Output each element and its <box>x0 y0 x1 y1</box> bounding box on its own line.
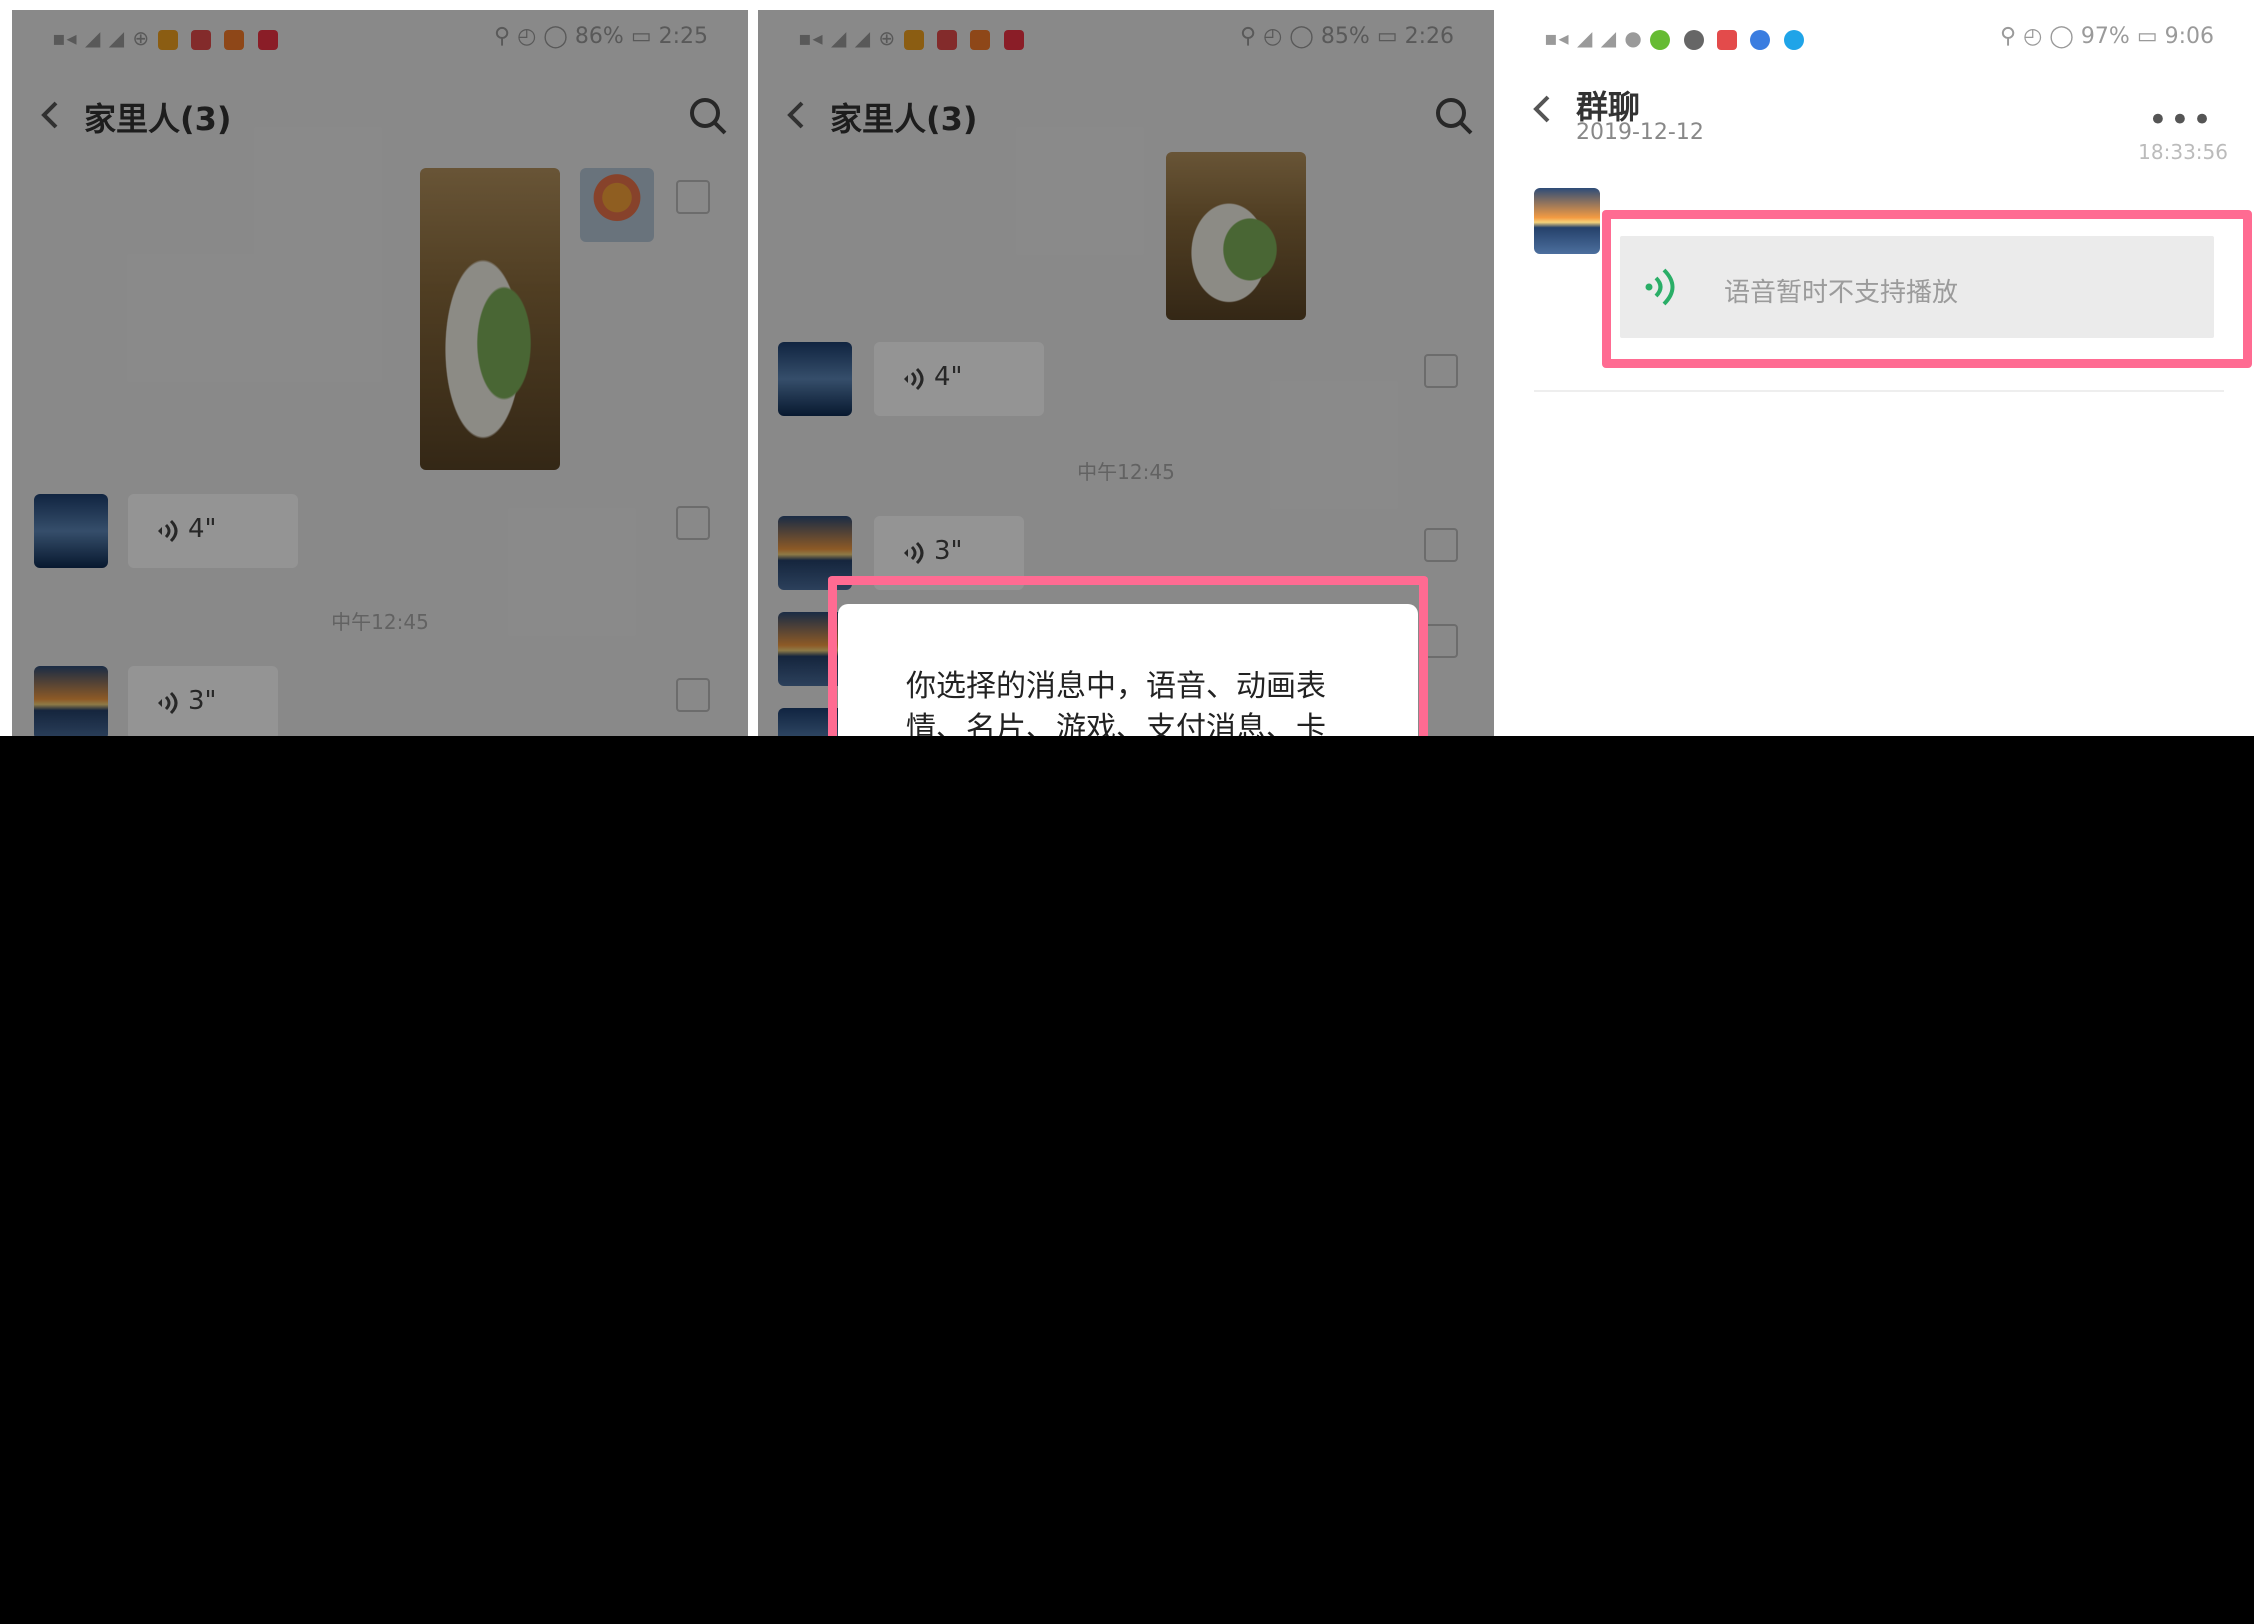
sender-avatar[interactable] <box>580 168 654 242</box>
select-checkbox[interactable] <box>676 506 710 540</box>
message-timestamp: 中午12:45 <box>1077 460 1175 484</box>
food-photo[interactable] <box>420 168 560 470</box>
voice-duration: 4" <box>188 514 217 544</box>
avatar[interactable] <box>778 342 852 416</box>
voice-icon <box>904 541 924 565</box>
status-right: ⚲ ◴ ◯ 85% ▭ 2:26 <box>1240 24 1454 49</box>
chat-date: 2019-12-12 <box>1576 120 1704 145</box>
app-icon <box>903 29 924 50</box>
app-icon <box>1783 29 1804 50</box>
status-right: ⚲ ◴ ◯ 86% ▭ 2:25 <box>494 24 708 49</box>
select-checkbox[interactable] <box>1424 528 1458 562</box>
app-icon <box>1716 29 1737 50</box>
more-icon[interactable]: ••• <box>2148 100 2214 140</box>
app-icon <box>190 29 211 50</box>
chat-title: 家里人(3) <box>84 100 232 138</box>
voice-message-bubble[interactable]: 3" <box>128 666 278 736</box>
app-icon <box>970 29 991 50</box>
voice-message-bubble[interactable]: 3" <box>874 516 1024 590</box>
voice-icon <box>158 519 178 543</box>
forward-warning-dialog: 你选择的消息中，语音、动画表情、名片、游戏、支付消息、卡 <box>838 604 1418 736</box>
voice-duration: 3" <box>934 536 963 566</box>
voice-duration: 3" <box>188 686 217 716</box>
search-icon[interactable] <box>1434 96 1474 136</box>
status-bar: ▪︎◂ ◢ ◢ ⊕ ⚲ ◴ ◯ 85% ▭ 2:26 <box>758 10 1494 62</box>
avatar[interactable] <box>778 516 852 590</box>
app-icon <box>936 29 957 50</box>
app-icon <box>1003 29 1024 50</box>
chat-titlebar: 家里人(3) <box>758 62 1494 172</box>
phone-panel-1: ▪︎◂ ◢ ◢ ⊕ ⚲ ◴ ◯ 86% ▭ 2:25 家里人(3) 4" 中午1… <box>12 10 748 736</box>
voice-unsupported-text: 语音暂时不支持播放 <box>1724 278 1959 308</box>
phone-panel-3: ▪︎◂ ◢ ◢ ● ⚲ ◴ ◯ 97% ▭ 9:06 群聊 2019-12-12… <box>1504 10 2254 736</box>
voice-icon <box>158 691 178 715</box>
status-left: ▪︎◂ ◢ ◢ ⊕ <box>798 26 1030 50</box>
voice-message-card[interactable]: 语音暂时不支持播放 <box>1620 236 2214 338</box>
voice-message-bubble[interactable]: 4" <box>874 342 1044 416</box>
app-icon <box>1683 29 1704 50</box>
chat-title: 家里人(3) <box>830 100 978 138</box>
voice-icon <box>904 367 924 391</box>
search-icon[interactable] <box>688 96 728 136</box>
app-icon <box>224 29 245 50</box>
avatar[interactable] <box>34 494 108 568</box>
app-icon <box>257 29 278 50</box>
select-checkbox[interactable] <box>1424 624 1458 658</box>
avatar[interactable] <box>1534 188 1600 254</box>
select-checkbox[interactable] <box>676 180 710 214</box>
voice-wave-icon <box>1645 268 1675 306</box>
phone-panel-2: ▪︎◂ ◢ ◢ ⊕ ⚲ ◴ ◯ 85% ▭ 2:26 家里人(3) 4" 中午1… <box>758 10 1494 736</box>
select-checkbox[interactable] <box>676 678 710 712</box>
back-arrow-icon[interactable] <box>782 100 812 130</box>
status-right: ⚲ ◴ ◯ 97% ▭ 9:06 <box>2000 24 2214 49</box>
app-icon <box>157 29 178 50</box>
chat-titlebar: 家里人(3) <box>12 62 748 172</box>
select-checkbox[interactable] <box>1424 354 1458 388</box>
status-bar: ▪︎◂ ◢ ◢ ⊕ ⚲ ◴ ◯ 86% ▭ 2:25 <box>12 10 748 62</box>
back-arrow-icon[interactable] <box>36 100 66 130</box>
app-icon <box>1650 29 1671 50</box>
voice-message-bubble[interactable]: 4" <box>128 494 298 568</box>
screenshot-strip: ▪︎◂ ◢ ◢ ⊕ ⚲ ◴ ◯ 86% ▭ 2:25 家里人(3) 4" 中午1… <box>0 0 2254 736</box>
status-left: ▪︎◂ ◢ ◢ ⊕ <box>52 26 284 50</box>
food-photo[interactable] <box>1166 152 1306 320</box>
app-icon <box>1750 29 1771 50</box>
status-left: ▪︎◂ ◢ ◢ ● <box>1544 26 1810 50</box>
divider <box>1534 390 2224 392</box>
avatar[interactable] <box>34 666 108 736</box>
voice-duration: 4" <box>934 362 963 392</box>
message-timestamp: 中午12:45 <box>331 610 429 634</box>
back-arrow-icon[interactable] <box>1528 94 1558 124</box>
dialog-message: 你选择的消息中，语音、动画表情、名片、游戏、支付消息、卡 <box>906 669 1326 736</box>
message-time: 18:33:56 <box>2138 140 2228 164</box>
